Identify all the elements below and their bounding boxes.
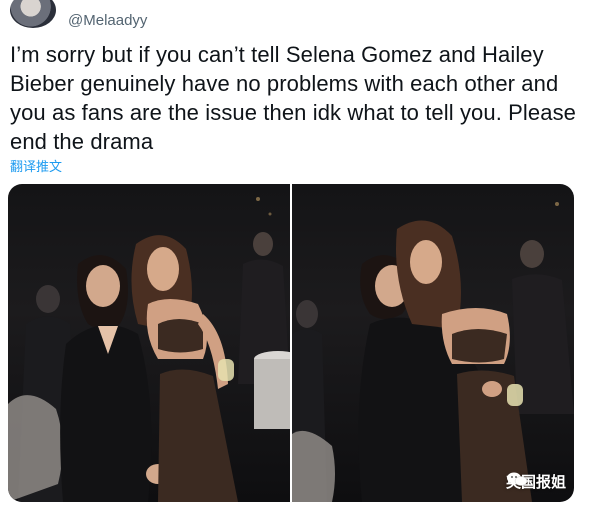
- translate-tweet-link[interactable]: 翻译推文: [10, 156, 62, 175]
- tweet-text: I’m sorry but if you can’t tell Selena G…: [10, 42, 577, 154]
- user-handle[interactable]: @Melaadyy: [68, 12, 147, 29]
- tweet-media: 英国报姐: [8, 184, 574, 502]
- photo-2-illustration: [292, 202, 574, 502]
- tweet: @Melaadyy I’m sorry but if you can’t tel…: [0, 0, 592, 506]
- tweet-photo-1[interactable]: [8, 184, 290, 502]
- tweet-header: @Melaadyy: [10, 0, 147, 29]
- avatar[interactable]: [10, 0, 56, 28]
- wechat-icon: [506, 472, 528, 486]
- tweet-photo-2[interactable]: 英国报姐: [292, 184, 574, 502]
- photo-1-illustration: [8, 197, 290, 502]
- watermark: 英国报姐: [506, 471, 566, 492]
